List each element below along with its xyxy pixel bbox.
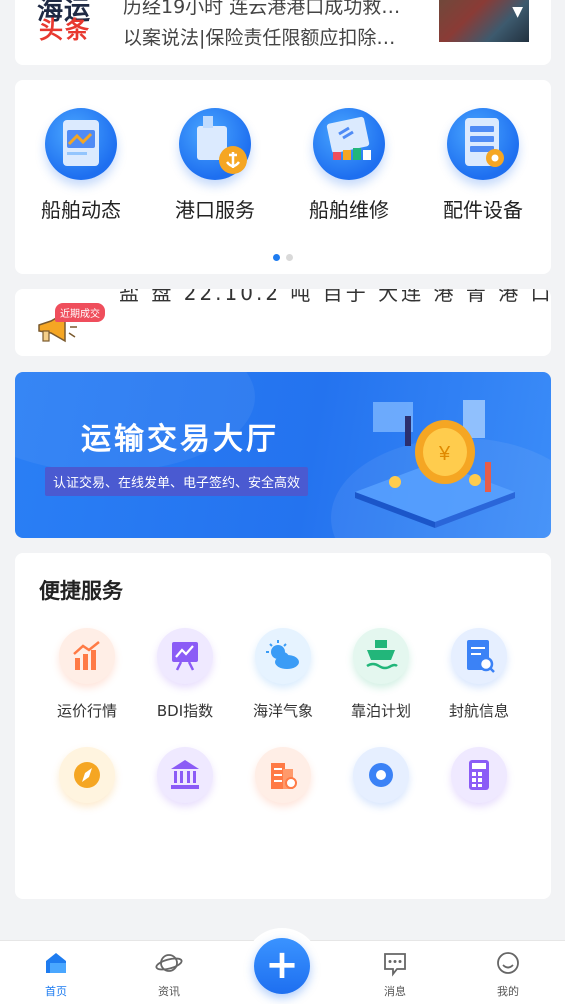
service-label: 船舶维修 — [309, 198, 389, 222]
bdi-index-icon — [157, 628, 213, 684]
pager-dot-active[interactable] — [273, 254, 280, 261]
pager-dots — [15, 246, 551, 265]
ship-repair-icon — [313, 108, 385, 180]
message-icon — [381, 949, 409, 977]
service-parts[interactable]: 配件设备 — [423, 108, 543, 223]
service-label: 港口服务 — [175, 198, 255, 222]
tab-news[interactable]: 资讯 — [129, 949, 209, 999]
parts-equipment-icon — [447, 108, 519, 180]
wifi-icon: ▼ — [512, 4, 523, 20]
tab-home-label: 首页 — [45, 985, 67, 998]
quick-item-building-search[interactable] — [234, 747, 332, 803]
quick-item-freight-trend[interactable]: 运价行情 — [38, 628, 136, 721]
quick-services-card: 便捷服务 运价行情 BDI指数 海洋气象 靠泊计划 封航信息 — [15, 553, 551, 899]
service-label: 船舶动态 — [41, 198, 121, 222]
quick-item-compass[interactable] — [38, 747, 136, 803]
service-port[interactable]: 港口服务 — [155, 108, 275, 223]
weather-icon — [255, 628, 311, 684]
quick-item-bdi-index[interactable]: BDI指数 — [136, 628, 234, 721]
typhoon-icon — [353, 747, 409, 803]
recent-deals-card[interactable]: 盐 盘 22.10.2 吨 目于 大连 港 青 港 口 出 港 近期成交 — [15, 289, 551, 356]
service-ship-dynamics[interactable]: 船舶动态 — [21, 108, 141, 223]
tab-home[interactable]: 首页 — [16, 949, 96, 999]
quick-item-typhoon[interactable] — [332, 747, 430, 803]
svg-text:¥: ¥ — [438, 443, 451, 465]
quick-services-title: 便捷服务 — [39, 579, 123, 603]
calculator-icon — [451, 747, 507, 803]
recent-deals-badge: 近期成交 — [55, 303, 105, 322]
berthing-icon — [353, 628, 409, 684]
bank-icon — [157, 747, 213, 803]
quick-item-berthing[interactable]: 靠泊计划 — [332, 628, 430, 721]
smile-icon — [494, 949, 522, 977]
service-label: 配件设备 — [443, 198, 523, 222]
quick-item-label: 海洋气象 — [252, 702, 313, 720]
recent-deals-ticker: 盐 盘 22.10.2 吨 目于 大连 港 青 港 口 出 港 — [119, 289, 551, 305]
news-headline-1[interactable]: 历经19小时 连云港港口成功救援… — [123, 0, 413, 19]
quick-item-label: 封航信息 — [448, 702, 509, 720]
quick-item-calculator[interactable] — [430, 747, 528, 803]
news-thumbnail[interactable]: ▼ — [439, 0, 529, 42]
closure-info-icon — [451, 628, 507, 684]
quick-item-label: 靠泊计划 — [350, 702, 411, 720]
news-card[interactable]: 海运 头条 历经19小时 连云港港口成功救援… 以案说法|保险责任限额应扣除… … — [15, 0, 551, 65]
pager-dot[interactable] — [286, 254, 293, 261]
tab-mine[interactable]: 我的 — [468, 949, 548, 999]
freight-trend-icon — [59, 628, 115, 684]
banner-subtitle: 认证交易、在线发单、电子签约、安全高效 — [45, 467, 309, 496]
quick-item-closure-info[interactable]: 封航信息 — [430, 628, 528, 721]
tab-news-label: 资讯 — [158, 985, 180, 998]
compass-icon — [59, 747, 115, 803]
quick-item-label: BDI指数 — [156, 702, 214, 720]
ship-dynamics-icon — [45, 108, 117, 180]
news-logo-line2: 头条 — [39, 16, 91, 44]
tab-messages[interactable]: 消息 — [355, 949, 435, 999]
building-search-icon — [255, 747, 311, 803]
transport-trading-banner[interactable]: 运输交易大厅 认证交易、在线发单、电子签约、安全高效 ¥ — [15, 372, 551, 538]
planet-icon — [155, 949, 183, 977]
tab-mine-label: 我的 — [497, 985, 519, 998]
quick-item-bank[interactable] — [136, 747, 234, 803]
add-button[interactable]: + — [254, 938, 310, 994]
quick-item-weather[interactable]: 海洋气象 — [234, 628, 332, 721]
news-logo: 海运 头条 — [37, 0, 117, 45]
home-icon — [42, 949, 70, 977]
banner-title: 运输交易大厅 — [81, 422, 279, 457]
port-service-icon — [179, 108, 251, 180]
services-card: 船舶动态 港口服务 船舶维修 配件设备 — [15, 80, 551, 274]
quick-item-label: 运价行情 — [56, 702, 117, 720]
tab-messages-label: 消息 — [384, 985, 406, 998]
service-ship-repair[interactable]: 船舶维修 — [289, 108, 409, 223]
banner-illustration: ¥ — [335, 382, 535, 532]
news-headline-2[interactable]: 以案说法|保险责任限额应扣除… — [123, 23, 413, 50]
